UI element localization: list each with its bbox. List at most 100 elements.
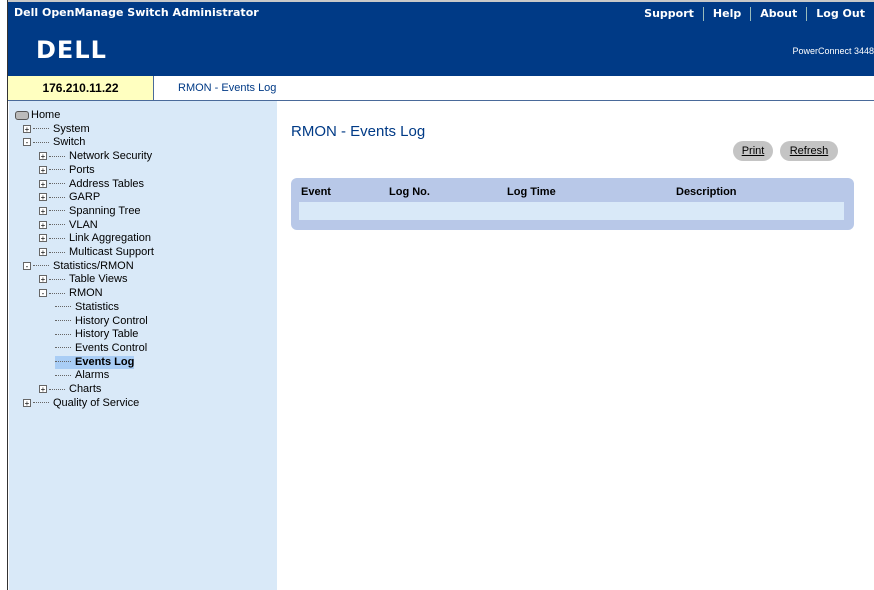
tree-item-label: Home	[31, 109, 61, 121]
tree-connector	[49, 251, 65, 253]
expand-icon[interactable]: +	[39, 165, 47, 174]
tree-connector	[49, 169, 65, 171]
tree-connector	[49, 196, 65, 198]
tree-connector	[49, 278, 65, 280]
tree-item-quality-of-service[interactable]: + Quality of Service	[23, 397, 139, 410]
tree-connector	[49, 155, 65, 157]
tree-item-label: Table Views	[69, 273, 128, 286]
tree-connector	[33, 128, 49, 130]
tree-item-statistics-rmon[interactable]: - Statistics/RMON	[23, 260, 134, 273]
tree-connector	[55, 361, 71, 363]
tree-item-history-control[interactable]: History Control	[55, 315, 148, 328]
tree-item-garp[interactable]: + GARP	[39, 191, 100, 204]
table-header: Event Log No. Log Time Description	[291, 184, 854, 200]
collapse-icon[interactable]: -	[23, 261, 31, 270]
app-title: Dell OpenManage Switch Administrator	[14, 6, 259, 19]
tree-item-label: Switch	[53, 136, 86, 149]
tree-connector	[49, 388, 65, 390]
tree-item-label: Address Tables	[69, 177, 145, 190]
tree-item-label: Multicast Support	[69, 246, 154, 258]
tree-item-label: History Table	[75, 328, 139, 341]
tree-item-multicast-support[interactable]: + Multicast Support	[39, 246, 154, 259]
brand-bar: DELL PowerConnect 3448	[8, 26, 874, 76]
tree-item-label: Statistics	[75, 300, 120, 313]
tree-item-label: VLAN	[69, 218, 98, 231]
main-content: RMON - Events Log Print Refresh Event Lo…	[277, 101, 874, 590]
tree-item-label: System	[53, 122, 90, 135]
product-name: PowerConnect 3448	[792, 46, 874, 56]
expand-icon[interactable]: +	[39, 206, 47, 215]
tree-connector	[33, 265, 49, 267]
tree-item-events-control[interactable]: Events Control	[55, 342, 147, 355]
support-link[interactable]: Support	[635, 7, 703, 21]
dell-logo: DELL	[36, 36, 107, 64]
tree-item-switch[interactable]: - Switch	[23, 136, 85, 149]
collapse-icon[interactable]: -	[39, 289, 47, 298]
column-log-no: Log No.	[389, 186, 430, 198]
tree-connector	[49, 183, 65, 185]
logout-link[interactable]: Log Out	[806, 7, 874, 21]
tree-item-home[interactable]: Home	[15, 109, 60, 122]
tree-item-label: Alarms	[75, 369, 110, 382]
tree-item-charts[interactable]: + Charts	[39, 383, 101, 396]
tree-item-statistics[interactable]: Statistics	[55, 301, 119, 314]
page-title: RMON - Events Log	[291, 123, 426, 140]
expand-icon[interactable]: +	[39, 385, 47, 394]
about-link[interactable]: About	[750, 7, 806, 21]
collapse-icon[interactable]: -	[23, 138, 31, 147]
tree-item-label: Events Log	[75, 355, 135, 368]
print-button[interactable]: Print	[733, 141, 773, 161]
tree-item-ports[interactable]: + Ports	[39, 164, 95, 177]
refresh-button[interactable]: Refresh	[780, 141, 838, 161]
tree-item-link-aggregation[interactable]: + Link Aggregation	[39, 232, 151, 245]
tree-connector	[33, 402, 49, 404]
ip-bar: 176.210.11.22 RMON - Events Log	[8, 76, 874, 101]
tree-item-rmon[interactable]: - RMON	[39, 287, 103, 300]
tree-item-system[interactable]: + System	[23, 123, 90, 136]
tree-item-events-log[interactable]: Events Log	[55, 355, 135, 369]
column-description: Description	[676, 186, 737, 198]
header-links: Support Help About Log Out	[635, 2, 874, 26]
tree-item-history-table[interactable]: History Table	[55, 328, 138, 341]
tree-item-label: GARP	[69, 191, 101, 204]
tree-connector	[55, 306, 71, 308]
expand-icon[interactable]: +	[39, 248, 47, 257]
tree-connector	[55, 333, 71, 335]
expand-icon[interactable]: +	[39, 220, 47, 229]
navigation-tree: Home + System - Switch + Network Security + Port…	[9, 101, 277, 590]
tree-item-vlan[interactable]: + VLAN	[39, 219, 98, 232]
switch-ip-address: 176.210.11.22	[8, 76, 154, 100]
breadcrumb: RMON - Events Log	[178, 82, 277, 94]
left-frame-edge	[0, 0, 8, 590]
expand-icon[interactable]: +	[39, 193, 47, 202]
tree-connector	[55, 374, 71, 376]
tree-item-label: History Control	[75, 314, 148, 327]
tree-item-label: Spanning Tree	[69, 204, 141, 217]
tree-item-network-security[interactable]: + Network Security	[39, 150, 152, 163]
expand-icon[interactable]: +	[39, 152, 47, 161]
expand-icon[interactable]: +	[39, 179, 47, 188]
tree-item-spanning-tree[interactable]: + Spanning Tree	[39, 205, 141, 218]
tree-connector	[55, 320, 71, 322]
tree-connector	[55, 347, 71, 349]
tree-item-label: Ports	[69, 163, 95, 176]
tree-item-label: Charts	[69, 383, 102, 395]
tree-item-table-views[interactable]: + Table Views	[39, 273, 128, 286]
column-event: Event	[301, 186, 331, 198]
help-link[interactable]: Help	[702, 7, 750, 21]
tree-connector	[33, 141, 49, 143]
expand-icon[interactable]: +	[23, 124, 31, 133]
tree-connector	[49, 237, 65, 239]
expand-icon[interactable]: +	[23, 398, 31, 407]
table-body-empty	[299, 202, 844, 220]
tree-item-address-tables[interactable]: + Address Tables	[39, 178, 144, 191]
tree-connector	[49, 292, 65, 294]
expand-icon[interactable]: +	[39, 234, 47, 243]
events-log-table: Event Log No. Log Time Description	[291, 178, 854, 230]
tree-item-label: Statistics/RMON	[53, 259, 134, 272]
expand-icon[interactable]: +	[39, 275, 47, 284]
tree-item-label: Network Security	[69, 150, 153, 163]
home-icon	[15, 110, 29, 120]
top-bar: Dell OpenManage Switch Administrator Sup…	[8, 0, 874, 26]
tree-item-alarms[interactable]: Alarms	[55, 369, 109, 382]
